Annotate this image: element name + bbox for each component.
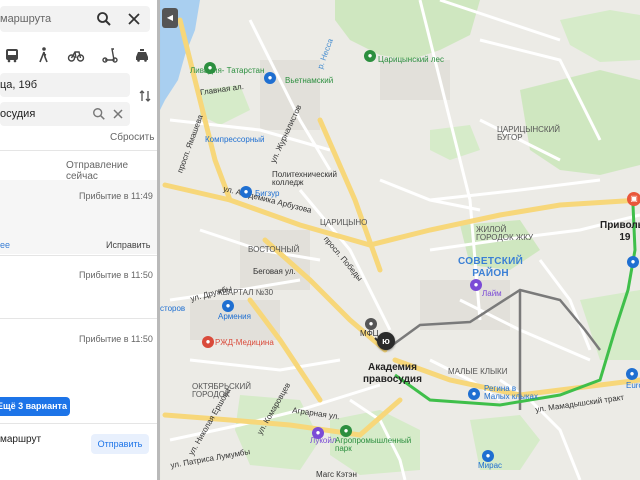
map-label-regina: Регина в Малых клыках <box>484 384 538 401</box>
poi-mira-icon[interactable]: ● <box>482 450 494 462</box>
map-label-armenia: Армения <box>218 312 251 321</box>
poi-lukoil-icon[interactable]: ● <box>312 427 324 439</box>
share-route-label: маршрут <box>0 434 42 445</box>
route-details-link[interactable]: ee <box>0 240 10 250</box>
start-marker-icon[interactable]: ▣ <box>627 192 640 206</box>
taxi-icon[interactable] <box>133 46 151 64</box>
poi-tsaritsynsky-les-icon[interactable]: ● <box>364 50 376 62</box>
route-panel: маршрута ца, 19б осудия Сбросить Отправл… <box>0 0 157 480</box>
map-label-rzhd: РЖД-Медицина <box>215 338 274 347</box>
scooter-icon[interactable] <box>101 46 119 64</box>
walk-icon[interactable] <box>35 46 53 64</box>
divider <box>0 318 157 319</box>
district-malye-klyki: МАЛЫЕ КЛЫКИ <box>448 367 508 376</box>
district-tsaritsyno: ЦАРИЦЫНО <box>320 218 368 227</box>
more-variants-button[interactable]: Ещё 3 варианта <box>0 397 70 416</box>
route-from-field[interactable]: ца, 19б <box>0 73 130 97</box>
poi-bigzur-icon[interactable]: ● <box>240 186 252 198</box>
swap-icon[interactable] <box>138 89 152 103</box>
map-label-politekh: Политехнический колледж <box>272 170 337 187</box>
poi-transit-icon[interactable]: ● <box>627 256 639 268</box>
divider <box>0 255 157 256</box>
clear-icon[interactable] <box>112 108 124 120</box>
destination-marker-icon[interactable]: ю <box>377 332 395 350</box>
route-from-value: ца, 19б <box>0 79 38 91</box>
map-label-lukoil: Лукойл <box>310 436 337 445</box>
poi-lividia-icon[interactable]: ● <box>204 62 216 74</box>
bicycle-icon[interactable] <box>67 46 85 64</box>
map-label-mira: Мирас <box>478 461 503 470</box>
poi-armenia-icon[interactable]: ● <box>222 300 234 312</box>
map-label-lividia: Ливадия- Татарстан <box>190 66 265 75</box>
district-oktyabrsky: ОКТЯБРЬСКИЙ ГОРОДОК <box>192 382 251 399</box>
poi-laim-icon[interactable]: ● <box>470 279 482 291</box>
map-label-magi-kaeen: Магс Кэтэн <box>316 470 357 479</box>
divider <box>0 423 157 424</box>
divider <box>0 150 157 151</box>
panel-scrollbar[interactable] <box>157 0 160 480</box>
route-to-value: осудия <box>0 108 36 120</box>
district-zhy: ЖИЛОЙ ГОРОДОК ЖКУ <box>476 225 534 242</box>
transport-modes <box>0 40 157 70</box>
map-label-laim: Лайм <box>482 289 502 298</box>
route-search-label: маршрута <box>0 13 52 25</box>
map-label-privolzh: Привольн 19 <box>600 220 640 243</box>
district-tsaritsynsky-bugor: ЦАРИЦЫНСКИЙ БУГОР <box>497 125 561 142</box>
map-label-vietnamsky: Вьетнамский <box>285 76 334 85</box>
street-beguvaya: Беговая ул. <box>253 267 296 276</box>
to-search-icon[interactable] <box>92 107 106 121</box>
poi-vietnamsky-icon[interactable]: ● <box>264 72 276 84</box>
map-label-eurospar: Euro <box>626 381 640 390</box>
departure-time-selector[interactable]: Отправление сейчас <box>66 160 157 182</box>
poi-agropark-icon[interactable]: ● <box>340 425 352 437</box>
map-label-mfc: МФЦ <box>360 329 379 338</box>
poi-regina-icon[interactable]: ● <box>468 388 480 400</box>
district-vostochny: ВОСТОЧНЫЙ <box>248 245 300 254</box>
poi-rzhd-icon[interactable]: ● <box>202 336 214 348</box>
collapse-panel-button[interactable]: ◀ <box>162 8 178 28</box>
arrival-time: Прибытие в 11:49 <box>79 191 153 201</box>
arrival-time: Прибытие в 11:50 <box>79 334 153 344</box>
poi-mfc-icon[interactable]: ● <box>365 318 377 330</box>
fix-route-button[interactable]: Исправить <box>106 240 150 250</box>
arrival-time: Прибытие в 11:50 <box>79 270 153 280</box>
route-to-field[interactable]: осудия <box>0 102 130 126</box>
bus-icon[interactable] <box>3 46 21 64</box>
search-icon[interactable] <box>96 11 112 27</box>
map-label-tsaritsynsky-les: Царицынский лес <box>378 55 444 64</box>
map-label-agropark: Агропромышленный парк <box>335 436 412 453</box>
map-label-vostorov: сторов <box>160 304 186 313</box>
poi-eurospar-icon[interactable]: ● <box>626 368 638 380</box>
send-button[interactable]: Отправить <box>91 434 149 454</box>
map-label-academy: Академия правосудия <box>363 362 422 385</box>
close-icon[interactable] <box>126 11 142 27</box>
map-label-kompressorny: Компрессорный <box>205 135 265 144</box>
district-sovetsky: СОВЕТСКИЙ РАЙОН <box>458 256 524 279</box>
route-search-box[interactable]: маршрута <box>0 6 150 32</box>
reset-button[interactable]: Сбросить <box>110 132 154 143</box>
